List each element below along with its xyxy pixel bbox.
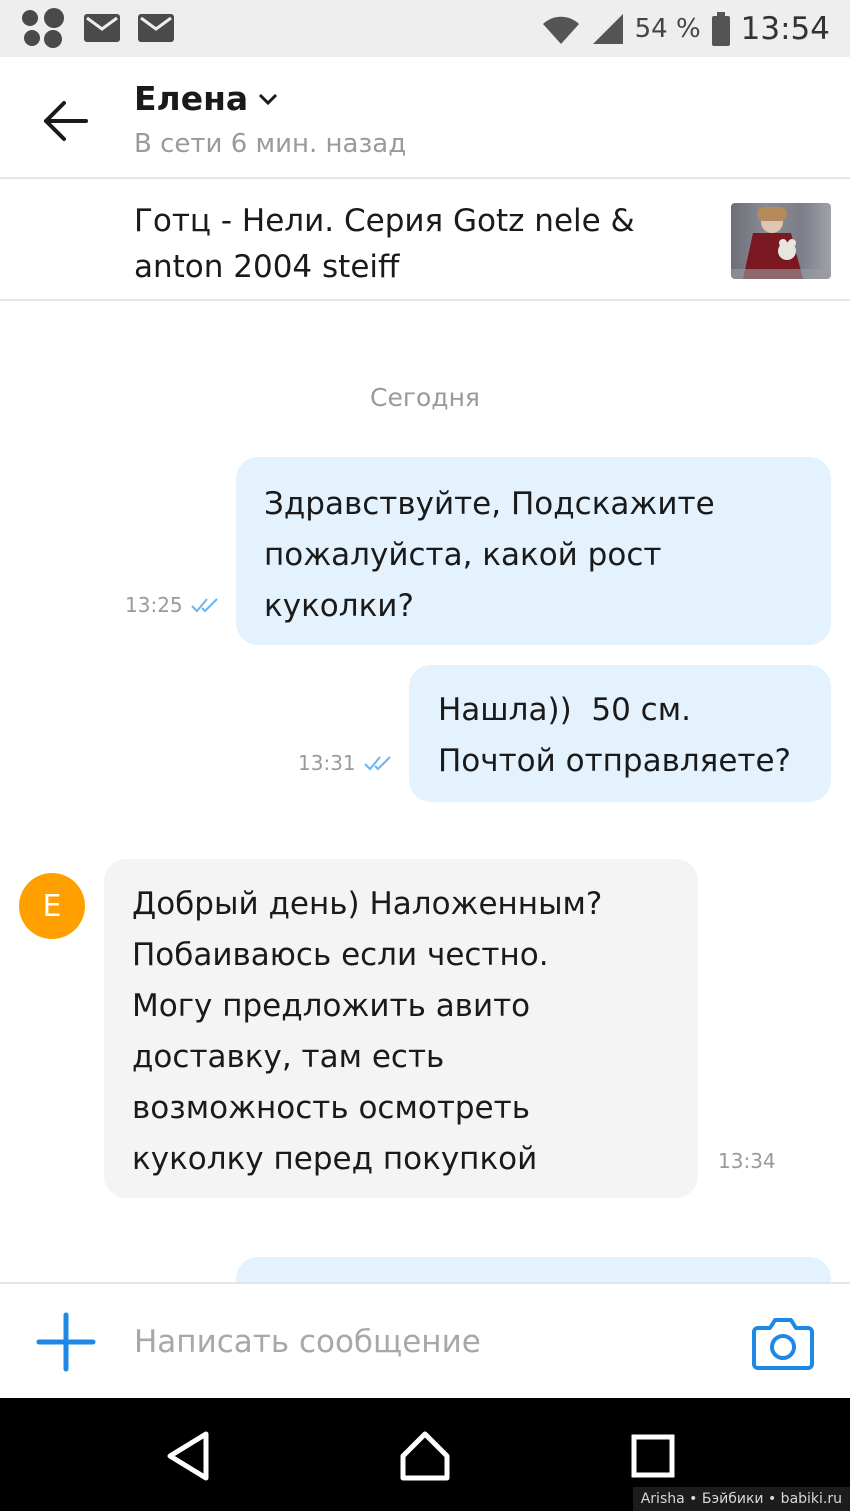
avatar-letter: Е	[42, 888, 62, 924]
message-line: доставку, там есть	[132, 1039, 445, 1075]
home-icon	[400, 1431, 450, 1481]
notification-dots-icon	[22, 8, 66, 48]
message-bubble[interactable]: Нашла)) 50 см. Почтой отправляете?	[409, 665, 831, 802]
message-line: возможность осмотреть	[132, 1090, 530, 1126]
camera-button[interactable]	[752, 1314, 814, 1370]
message-line: Нашла)) 50 см.	[438, 692, 691, 728]
status-bar-right: 54 % 13:54	[541, 8, 830, 50]
double-check-icon	[363, 756, 391, 771]
mail-icon	[138, 14, 174, 42]
nav-recents-button[interactable]	[625, 1428, 681, 1484]
message-time: 13:31	[298, 751, 356, 775]
attach-button[interactable]	[36, 1312, 96, 1372]
message-bubble[interactable]: Добрый день) Наложенным? Побаиваюсь если…	[104, 859, 698, 1198]
message-line: куколку перед покупкой	[132, 1141, 538, 1177]
triangle-back-icon	[167, 1431, 209, 1481]
message-meta: 13:31	[298, 751, 394, 775]
clock: 13:54	[740, 11, 830, 47]
date-separator: Сегодня	[370, 383, 480, 412]
message-bubble[interactable]: Здравствуйте, Подскажите пожалуйста, как…	[236, 457, 831, 645]
message-composer	[0, 1282, 850, 1398]
message-line: куколки?	[264, 588, 414, 624]
message-meta: 13:25	[125, 593, 221, 617]
contact-name-button[interactable]: Елена	[134, 79, 278, 118]
chat-messages[interactable]: Сегодня Здравствуйте, Подскажите пожалуй…	[0, 303, 850, 1282]
message-line: Добрый день) Наложенным?	[132, 886, 603, 922]
nav-back-button[interactable]	[162, 1428, 218, 1484]
message-time: 13:34	[718, 1149, 776, 1173]
system-nav-bar: Arisha • Бэйбики • babiki.ru	[0, 1398, 850, 1511]
message-line: Могу предложить авито	[132, 988, 531, 1024]
nav-home-button[interactable]	[397, 1428, 453, 1484]
chat-header: Елена В сети 6 мин. назад	[0, 57, 850, 179]
message-line: пожалуйста, какой рост	[264, 537, 662, 573]
message-input[interactable]	[134, 1314, 704, 1370]
mail-icon	[84, 14, 120, 42]
status-bar: 54 % 13:54	[0, 0, 850, 57]
square-recents-icon	[631, 1434, 675, 1478]
plus-icon	[36, 1312, 96, 1372]
wifi-icon	[542, 16, 579, 44]
signal-icon	[592, 14, 623, 44]
battery-icon	[711, 12, 730, 46]
avatar[interactable]: Е	[19, 873, 85, 939]
message-line: Почтой отправляете?	[438, 743, 791, 779]
listing-thumbnail	[731, 203, 831, 279]
listing-banner[interactable]: Готц - Нели. Серия Gotz nele & anton 200…	[0, 181, 850, 301]
message-time: 13:25	[125, 593, 183, 617]
message-meta: 13:34	[718, 1149, 776, 1173]
message-bubble[interactable]	[236, 1257, 831, 1282]
status-bar-left	[22, 8, 174, 48]
contact-name: Елена	[134, 79, 249, 118]
watermark: Arisha • Бэйбики • babiki.ru	[632, 1487, 850, 1511]
camera-icon	[752, 1318, 814, 1370]
battery-percent: 54 %	[634, 14, 701, 44]
chevron-down-icon	[259, 93, 278, 105]
double-check-icon	[190, 598, 218, 613]
message-line: Здравствуйте, Подскажите	[264, 486, 715, 522]
message-line: Побаиваюсь если честно.	[132, 937, 549, 973]
listing-title: Готц - Нели. Серия Gotz nele & anton 200…	[134, 203, 635, 285]
back-button[interactable]	[40, 99, 92, 143]
arrow-left-icon	[44, 101, 88, 141]
contact-status: В сети 6 мин. назад	[134, 129, 407, 159]
